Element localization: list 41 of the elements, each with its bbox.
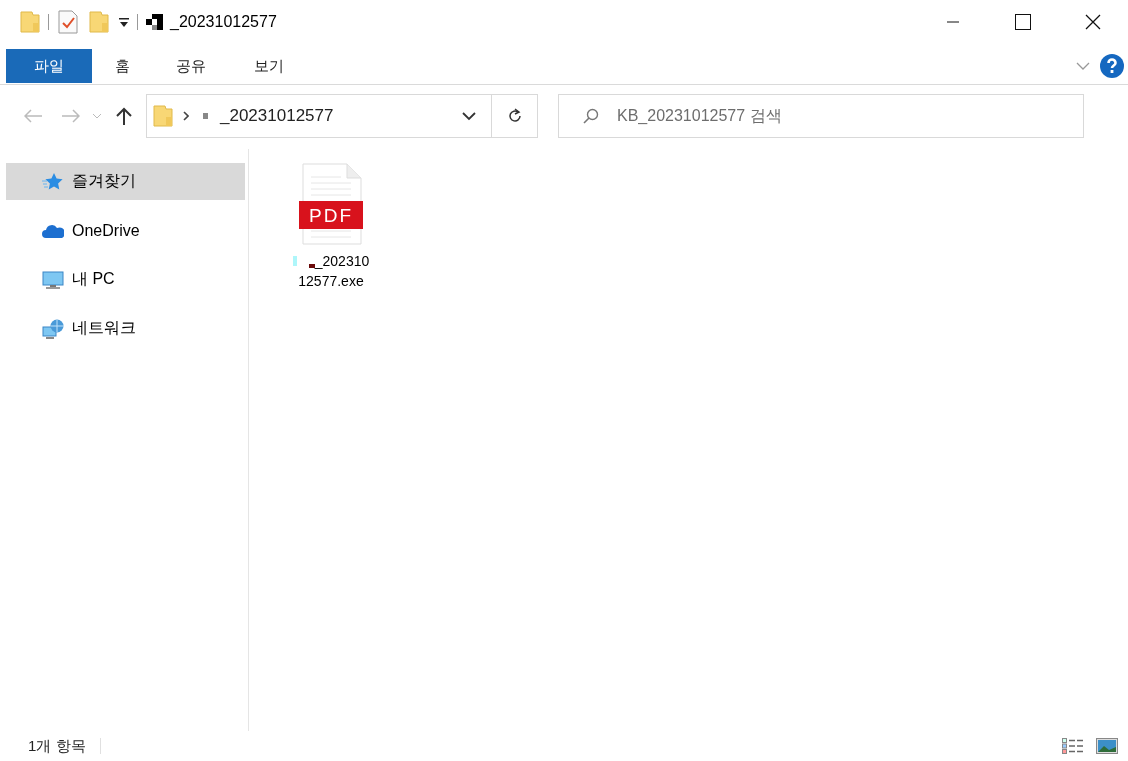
pdf-file-icon bbox=[299, 163, 363, 245]
refresh-button[interactable] bbox=[492, 94, 538, 138]
properties-icon[interactable] bbox=[57, 10, 79, 34]
ribbon-tab[interactable]: 공유 bbox=[152, 49, 230, 83]
address-field[interactable]: _20231012577 bbox=[146, 94, 492, 138]
details-view-icon[interactable] bbox=[1062, 738, 1084, 754]
ribbon-tab[interactable]: 보기 bbox=[230, 49, 308, 83]
new-folder-icon[interactable] bbox=[89, 11, 109, 33]
chevron-icon bbox=[183, 111, 189, 121]
nav-item[interactable]: OneDrive bbox=[6, 212, 245, 249]
back-icon[interactable] bbox=[24, 109, 42, 123]
close-icon bbox=[1085, 14, 1101, 30]
small-mark-icon bbox=[203, 113, 208, 119]
forward-icon[interactable] bbox=[62, 109, 80, 123]
search-icon bbox=[583, 108, 599, 124]
pdf-label: PDF bbox=[309, 205, 353, 226]
refresh-icon bbox=[506, 108, 523, 124]
search-field[interactable]: KB_20231012577 검색 bbox=[558, 94, 1084, 138]
nav-item[interactable]: 즐겨찾기 bbox=[6, 163, 245, 200]
recent-caret-icon[interactable] bbox=[92, 113, 102, 119]
file-name: _20231012577.exe bbox=[291, 251, 371, 291]
dropdown-caret-icon[interactable] bbox=[462, 111, 476, 121]
dropdown-caret-icon[interactable] bbox=[119, 16, 129, 28]
address-path: _20231012577 bbox=[220, 106, 334, 126]
maximize-icon bbox=[1015, 14, 1031, 30]
pc-icon bbox=[42, 268, 64, 291]
network-icon bbox=[42, 317, 64, 340]
expand-ribbon-icon[interactable] bbox=[1076, 61, 1090, 71]
app-icon bbox=[146, 14, 164, 30]
file-item[interactable]: PDF _20231012577.exe bbox=[279, 163, 383, 731]
item-count: 1개 항목 bbox=[28, 736, 86, 756]
ribbon-tab[interactable]: 파일 bbox=[6, 49, 92, 83]
large-icons-view-icon[interactable] bbox=[1096, 738, 1118, 754]
nav-item[interactable]: 네트워크 bbox=[6, 310, 245, 347]
window-title: _20231012577 bbox=[170, 13, 277, 31]
folder-icon bbox=[153, 105, 173, 127]
help-icon[interactable] bbox=[1100, 54, 1124, 78]
nav-item[interactable]: 내 PC bbox=[6, 261, 245, 298]
folder-icon[interactable] bbox=[20, 11, 40, 33]
ribbon-tab[interactable]: 홈 bbox=[92, 49, 152, 83]
up-icon[interactable] bbox=[116, 107, 132, 125]
